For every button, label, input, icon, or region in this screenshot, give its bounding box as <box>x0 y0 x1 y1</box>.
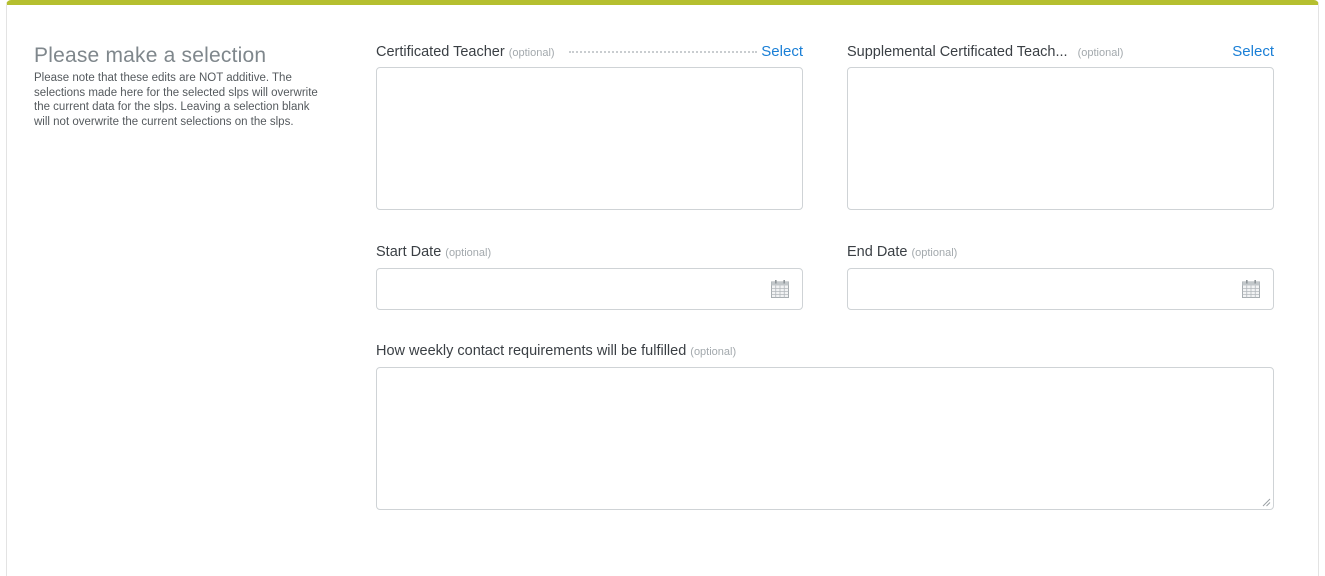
weekly-contact-label: How weekly contact requirements will be … <box>376 343 687 359</box>
certificated-teacher-optional: (optional) <box>508 47 555 59</box>
certificated-teacher-box[interactable] <box>376 67 803 210</box>
page-title: Please make a selection <box>34 44 267 67</box>
certificated-teacher-select-link[interactable]: Select <box>761 43 803 60</box>
weekly-contact-field: How weekly contact requirements will be … <box>376 343 1274 510</box>
certificated-teacher-field: Certificated Teacher (optional) Select <box>376 43 803 210</box>
start-date-optional: (optional) <box>445 247 492 259</box>
selection-panel: Please make a selection Please note that… <box>6 0 1319 576</box>
intro-section: Please make a selection Please note that… <box>34 43 324 129</box>
certificated-teacher-label: Certificated Teacher <box>376 44 505 60</box>
weekly-contact-textarea[interactable] <box>376 367 1274 510</box>
start-date-label: Start Date <box>376 244 442 260</box>
weekly-contact-label-row: How weekly contact requirements will be … <box>376 343 1274 363</box>
leader-dots <box>568 51 758 53</box>
start-date-label-row: Start Date (optional) <box>376 244 803 264</box>
calendar-icon[interactable] <box>1241 279 1261 299</box>
certificated-teacher-label-row: Certificated Teacher (optional) Select <box>376 43 803 63</box>
supplemental-teacher-optional: (optional) <box>1077 47 1124 59</box>
supplemental-teacher-label-row: Supplemental Certificated Teach... (opti… <box>847 43 1274 63</box>
end-date-field: End Date (optional) <box>847 244 1274 310</box>
supplemental-teacher-label: Supplemental Certificated Teach... <box>847 44 1068 60</box>
start-date-field: Start Date (optional) <box>376 244 803 310</box>
end-date-optional: (optional) <box>911 247 958 259</box>
supplemental-teacher-select-link[interactable]: Select <box>1232 43 1274 60</box>
start-date-input[interactable] <box>376 268 803 310</box>
weekly-contact-optional: (optional) <box>690 346 737 358</box>
supplemental-teacher-box[interactable] <box>847 67 1274 210</box>
end-date-input[interactable] <box>847 268 1274 310</box>
supplemental-teacher-field: Supplemental Certificated Teach... (opti… <box>847 43 1274 210</box>
end-date-label-row: End Date (optional) <box>847 244 1274 264</box>
end-date-label: End Date <box>847 244 908 260</box>
intro-note: Please note that these edits are NOT add… <box>34 72 318 128</box>
resize-grip-icon[interactable] <box>1261 497 1271 507</box>
calendar-icon[interactable] <box>770 279 790 299</box>
